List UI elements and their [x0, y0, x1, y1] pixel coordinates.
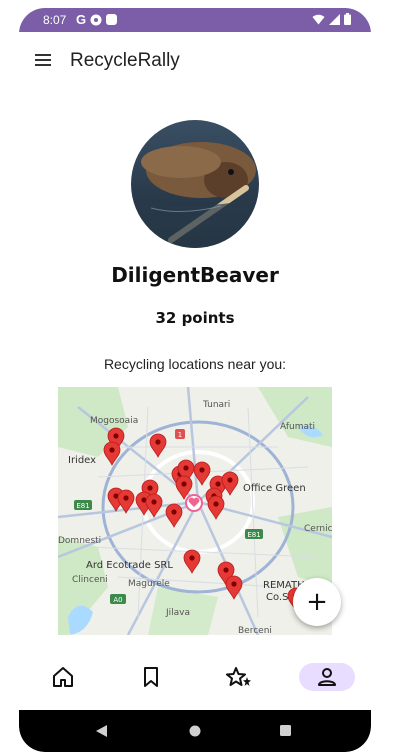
- favorite-location-icon[interactable]: [185, 494, 203, 512]
- photos-icon: [90, 14, 102, 25]
- wifi-icon: [312, 14, 325, 24]
- location-pin-dot: [123, 495, 129, 501]
- beaver-avatar-image: [131, 120, 259, 248]
- battery-icon: [344, 13, 351, 25]
- place-label-clinceni: Clinceni: [72, 575, 108, 585]
- place-label-ard-ecotrade: Ard Ecotrade SRL: [86, 560, 173, 571]
- location-pin-dot: [147, 485, 153, 491]
- road-label-e81-east: E81: [247, 531, 260, 539]
- nav-profile[interactable]: [299, 663, 355, 691]
- place-label-jilava: Jilava: [165, 608, 190, 618]
- location-pin-dot: [155, 439, 161, 445]
- place-label-tunari: Tunari: [202, 400, 230, 410]
- plus-icon: +: [306, 587, 328, 617]
- location-pin-dot: [151, 499, 157, 505]
- nav-rewards[interactable]: [211, 663, 267, 691]
- location-pin-dot: [181, 481, 187, 487]
- bottom-navigation: [19, 653, 371, 709]
- home-circle-icon[interactable]: [189, 725, 201, 737]
- location-pin-dot: [183, 465, 189, 471]
- place-label-office-green: Office Green: [243, 483, 306, 494]
- road-label-1: 1: [178, 431, 182, 439]
- stars-icon: [226, 667, 251, 686]
- sd-card-icon: [106, 14, 118, 25]
- phone-screen: 8:07 G RecycleRally DiligentBeaver 32 po…: [19, 8, 371, 752]
- back-icon[interactable]: [96, 725, 108, 737]
- place-label-mogosoaia: Mogosoaia: [90, 416, 138, 426]
- location-pin-dot: [215, 481, 221, 487]
- menu-icon[interactable]: [35, 54, 51, 66]
- location-pin-dot: [113, 433, 119, 439]
- place-label-afumati: Afumati: [280, 422, 315, 432]
- place-label-magurele: Magurele: [128, 579, 170, 589]
- recents-icon[interactable]: [280, 725, 292, 737]
- app-bar: RecycleRally: [19, 32, 371, 90]
- location-pin-dot: [213, 501, 219, 507]
- location-pin-dot: [199, 467, 205, 473]
- points-total: 32 points: [155, 309, 235, 327]
- signal-icon: [329, 13, 340, 25]
- google-icon: G: [76, 12, 87, 27]
- road-label-e81-west: E81: [76, 502, 89, 510]
- avatar: [131, 120, 259, 248]
- username: DiligentBeaver: [111, 263, 279, 287]
- nearby-locations-label: Recycling locations near you:: [103, 356, 287, 372]
- system-navigation-bar: [19, 710, 371, 752]
- location-pin-dot: [189, 555, 195, 561]
- location-pin-dot: [231, 581, 237, 587]
- location-pin-dot: [227, 477, 233, 483]
- person-icon: [318, 668, 336, 686]
- status-time: 8:07: [43, 13, 67, 27]
- home-icon: [53, 667, 73, 687]
- nav-saved[interactable]: [123, 663, 179, 691]
- road-label-a0: A0: [113, 596, 122, 604]
- place-label-cernic: Cernic: [304, 524, 332, 534]
- place-label-berceni: Berceni: [238, 626, 272, 635]
- system-icons: [312, 13, 351, 25]
- location-pin-dot: [109, 447, 115, 453]
- location-pin-dot: [171, 509, 177, 515]
- add-location-button[interactable]: +: [293, 578, 341, 626]
- notification-icons: G: [76, 12, 118, 27]
- place-label-iridex: Iridex: [68, 455, 96, 466]
- nav-home[interactable]: [35, 663, 91, 691]
- place-label-domnesti: Domnesti: [58, 536, 101, 546]
- status-bar: 8:07 G: [19, 8, 371, 32]
- recycling-map[interactable]: E81 E81 A0 1 Mogosoaia Iridex Tunari Afu…: [58, 387, 332, 635]
- bookmark-icon: [144, 667, 158, 687]
- app-title: RecycleRally: [70, 50, 180, 71]
- location-pin-dot: [223, 567, 229, 573]
- map-canvas[interactable]: E81 E81 A0 1 Mogosoaia Iridex Tunari Afu…: [58, 387, 332, 635]
